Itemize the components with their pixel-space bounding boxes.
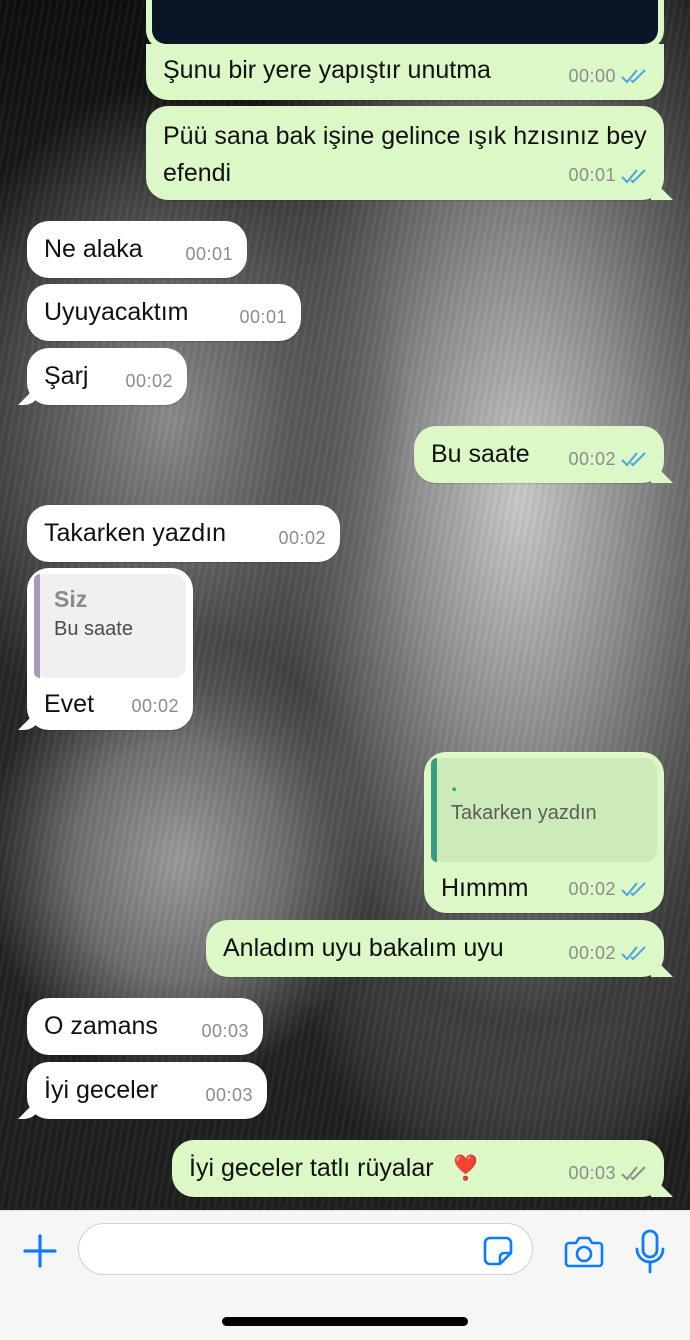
message-text: Anladım uyu bakalım uyu	[223, 934, 504, 962]
message-meta: 00:02	[131, 688, 179, 724]
message-time: 00:01	[568, 165, 616, 185]
read-ticks-icon	[621, 168, 646, 183]
message-text: Bu saate	[431, 440, 530, 468]
message-bubble-outgoing-reply[interactable]: . Takarken yazdın Hımmm 00:02	[424, 752, 664, 913]
message-meta: 00:01	[185, 236, 233, 272]
message-bubble-outgoing[interactable]: İyi geceler tatlı rüyalar ❣️ 00:03	[172, 1140, 664, 1197]
quoted-text: Bu saate	[54, 618, 133, 640]
message-text: İyi geceler	[44, 1076, 158, 1104]
message-text: Ne alaka	[44, 235, 143, 263]
message-time: 00:02	[568, 449, 616, 469]
message-time: 00:02	[125, 371, 173, 391]
message-time: 00:02	[131, 696, 179, 716]
message-meta: 00:03	[205, 1077, 253, 1113]
quoted-message[interactable]: Siz Bu saate	[34, 574, 186, 678]
message-text: O zamans	[44, 1012, 158, 1040]
message-list[interactable]: Şunu bir yere yapıştır unutma 00:00 Püü …	[0, 0, 690, 1210]
message-bubble-incoming[interactable]: Ne alaka 00:01	[27, 221, 247, 278]
message-meta: 00:01	[568, 157, 648, 194]
message-bubble-outgoing[interactable]: Püü sana bak işine gelince ışık hzısınız…	[146, 106, 664, 200]
message-bubble-incoming[interactable]: Takarken yazdın 00:02	[27, 505, 340, 562]
message-meta: 00:02	[568, 935, 648, 971]
quoted-message[interactable]: . Takarken yazdın	[431, 758, 657, 862]
quoted-author: Siz	[54, 586, 88, 612]
message-time: 00:03	[201, 1021, 249, 1041]
message-bubble-incoming[interactable]: O zamans 00:03	[27, 998, 263, 1055]
read-ticks-icon	[621, 882, 646, 897]
read-ticks-icon	[621, 452, 646, 467]
delivered-ticks-icon	[621, 1166, 646, 1181]
composer-bar	[0, 1210, 690, 1340]
message-bubble-incoming[interactable]: Uyuyacaktım 00:01	[27, 284, 301, 341]
message-meta: 00:01	[239, 299, 287, 335]
message-meta: 00:02	[568, 441, 648, 477]
message-time: 00:02	[568, 943, 616, 963]
message-meta: 00:03	[568, 1155, 648, 1191]
camera-icon[interactable]	[564, 1233, 604, 1269]
home-indicator	[222, 1317, 468, 1326]
message-time: 00:01	[239, 307, 287, 327]
read-ticks-icon	[621, 946, 646, 961]
message-time: 00:00	[568, 66, 616, 86]
message-bubble-outgoing[interactable]: Bu saate 00:02	[414, 426, 664, 483]
message-bubble-outgoing[interactable]: Şunu bir yere yapıştır unutma 00:00	[146, 44, 664, 100]
heart-exclamation-emoji: ❣️	[450, 1155, 481, 1182]
message-meta: 00:02	[125, 363, 173, 399]
message-text: Evet	[44, 690, 95, 718]
sticker-icon[interactable]	[482, 1235, 514, 1267]
message-time: 00:03	[205, 1085, 253, 1105]
read-ticks-icon	[621, 69, 646, 84]
message-meta: 00:02	[568, 871, 648, 907]
message-text: Şunu bir yere yapıştır unutma	[163, 56, 491, 84]
message-bubble-incoming-reply[interactable]: Siz Bu saate Evet 00:02	[27, 568, 193, 730]
quoted-text: Takarken yazdın	[451, 802, 597, 824]
message-time: 00:02	[568, 879, 616, 899]
message-text: Takarken yazdın	[44, 519, 227, 547]
message-text: İyi geceler tatlı rüyalar	[189, 1154, 434, 1182]
message-text: Hımmm	[441, 874, 529, 902]
message-input[interactable]	[78, 1223, 533, 1275]
microphone-icon[interactable]	[633, 1229, 667, 1275]
message-time: 00:01	[185, 244, 233, 264]
message-time: 00:02	[278, 528, 326, 548]
message-meta: 00:00	[568, 58, 648, 94]
message-text: Şarj	[44, 362, 89, 390]
message-bubble-incoming[interactable]: İyi geceler 00:03	[27, 1062, 267, 1119]
quoted-author: .	[451, 770, 458, 796]
message-bubble-incoming[interactable]: Şarj 00:02	[27, 348, 187, 405]
message-meta: 00:03	[201, 1013, 249, 1049]
message-text: Uyuyacaktım	[44, 298, 189, 326]
plus-icon[interactable]	[22, 1233, 58, 1269]
message-time: 00:03	[568, 1163, 616, 1183]
message-bubble-outgoing[interactable]: Anladım uyu bakalım uyu 00:02	[206, 920, 664, 977]
message-meta: 00:02	[278, 520, 326, 556]
